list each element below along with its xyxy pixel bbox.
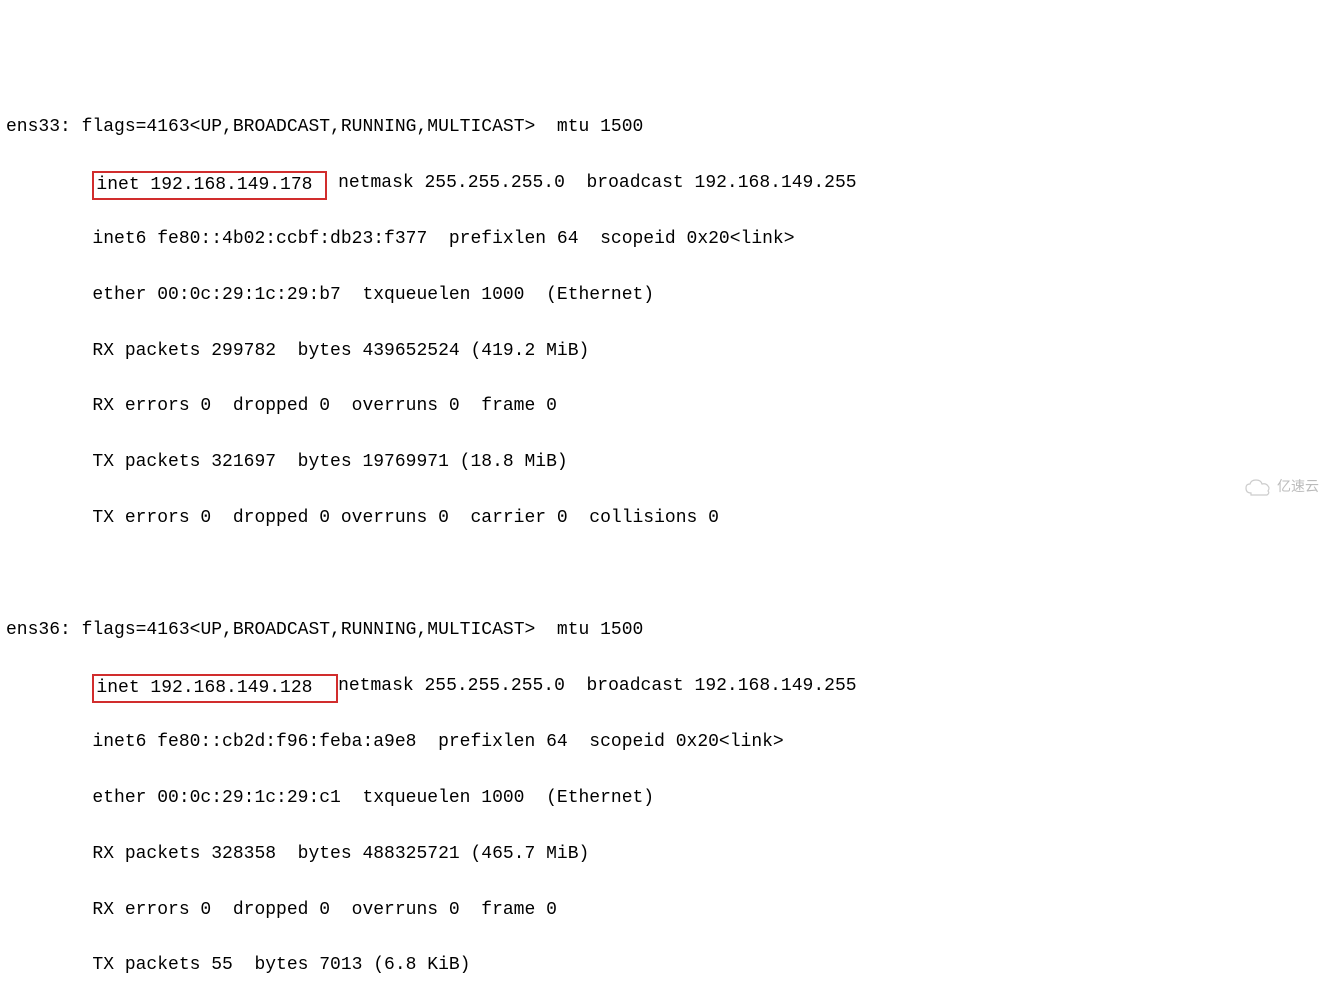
inet-indent [6, 173, 92, 193]
if0-inet-highlight: inet 192.168.149.178 [92, 171, 327, 199]
if1-tx-packets: TX packets 55 bytes 7013 (6.8 KiB) [6, 952, 1321, 980]
if0-rx-packets: RX packets 299782 bytes 439652524 (419.2… [6, 338, 1321, 366]
if1-inet-line: inet 192.168.149.128 netmask 255.255.255… [6, 672, 1321, 701]
if1-ether: ether 00:0c:29:1c:29:c1 txqueuelen 1000 … [6, 785, 1321, 813]
if1-inet6: inet6 fe80::cb2d:f96:feba:a9e8 prefixlen… [6, 729, 1321, 757]
watermark-text: 亿速云 [1277, 476, 1319, 498]
if0-tx-errors: TX errors 0 dropped 0 overruns 0 carrier… [6, 505, 1321, 533]
if0-rx-errors: RX errors 0 dropped 0 overruns 0 frame 0 [6, 393, 1321, 421]
if0-tx-packets: TX packets 321697 bytes 19769971 (18.8 M… [6, 449, 1321, 477]
cloud-icon [1243, 477, 1273, 497]
if1-inet-rest: netmask 255.255.255.0 broadcast 192.168.… [338, 676, 856, 696]
if0-header: ens33: flags=4163<UP,BROADCAST,RUNNING,M… [6, 114, 1321, 142]
if1-rx-packets: RX packets 328358 bytes 488325721 (465.7… [6, 841, 1321, 869]
if1-flags: : flags=4163<UP,BROADCAST,RUNNING,MULTIC… [60, 620, 643, 640]
inet-indent [6, 676, 92, 696]
if0-inet-line: inet 192.168.149.178 netmask 255.255.255… [6, 169, 1321, 198]
if1-rx-errors: RX errors 0 dropped 0 overruns 0 frame 0 [6, 897, 1321, 925]
if1-inet-highlight: inet 192.168.149.128 [92, 674, 338, 702]
if1-header: ens36: flags=4163<UP,BROADCAST,RUNNING,M… [6, 617, 1321, 645]
blank-line [6, 561, 1321, 589]
if1-name: ens36 [6, 620, 60, 640]
watermark: 亿速云 [1243, 476, 1319, 498]
if1-inet-text: inet 192.168.149.128 [96, 678, 334, 698]
if0-ether: ether 00:0c:29:1c:29:b7 txqueuelen 1000 … [6, 282, 1321, 310]
if0-inet6: inet6 fe80::4b02:ccbf:db23:f377 prefixle… [6, 226, 1321, 254]
if0-inet-text: inet 192.168.149.178 [96, 175, 323, 195]
if0-flags: : flags=4163<UP,BROADCAST,RUNNING,MULTIC… [60, 117, 643, 137]
if0-inet-rest: netmask 255.255.255.0 broadcast 192.168.… [327, 173, 856, 193]
if0-name: ens33 [6, 117, 60, 137]
